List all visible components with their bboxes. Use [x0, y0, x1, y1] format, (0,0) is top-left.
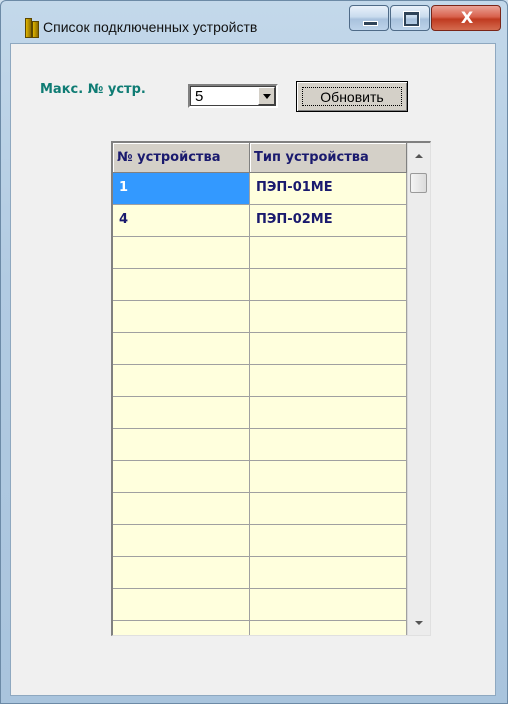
client-area: Макс. № устр. 5 Обновить № устройства Ти…: [10, 43, 496, 696]
cell-device-number[interactable]: 4: [113, 205, 250, 237]
column-header-device-type[interactable]: Тип устройства: [250, 143, 407, 173]
cell-device-type[interactable]: [250, 365, 407, 397]
close-button[interactable]: X: [431, 5, 501, 31]
cell-device-number[interactable]: [113, 525, 250, 557]
table-row[interactable]: [113, 429, 407, 461]
cell-device-number[interactable]: 1: [113, 173, 250, 205]
max-device-label: Макс. № устр.: [40, 82, 146, 97]
cell-device-number[interactable]: [113, 333, 250, 365]
table-row[interactable]: [113, 621, 407, 635]
grid-header: № устройства Тип устройства: [113, 143, 407, 173]
column-header-device-number[interactable]: № устройства: [113, 143, 250, 173]
cell-device-type[interactable]: ПЭП-01МЕ: [250, 173, 407, 205]
table-row[interactable]: [113, 365, 407, 397]
cell-device-number[interactable]: [113, 461, 250, 493]
cell-device-number[interactable]: [113, 589, 250, 621]
vertical-scrollbar[interactable]: [407, 143, 430, 635]
table-row[interactable]: [113, 557, 407, 589]
cell-device-number[interactable]: [113, 621, 250, 635]
cell-device-type[interactable]: [250, 429, 407, 461]
cell-device-type[interactable]: [250, 461, 407, 493]
table-row[interactable]: [113, 397, 407, 429]
cell-device-number[interactable]: [113, 557, 250, 589]
app-icon: [25, 18, 39, 38]
cell-device-number[interactable]: [113, 429, 250, 461]
minimize-icon: [363, 21, 378, 26]
cell-device-number[interactable]: [113, 237, 250, 269]
cell-device-type[interactable]: [250, 237, 407, 269]
cell-device-number[interactable]: [113, 301, 250, 333]
table-row[interactable]: [113, 269, 407, 301]
grid-body: 1 ПЭП-01МЕ 4 ПЭП-02МЕ: [113, 173, 407, 635]
dropdown-arrow-icon[interactable]: [258, 87, 275, 105]
close-icon: X: [460, 8, 474, 27]
table-row[interactable]: 4 ПЭП-02МЕ: [113, 205, 407, 237]
cell-device-type[interactable]: [250, 333, 407, 365]
cell-device-number[interactable]: [113, 365, 250, 397]
cell-device-type[interactable]: [250, 621, 407, 635]
table-row[interactable]: [113, 493, 407, 525]
table-row[interactable]: [113, 333, 407, 365]
scroll-thumb[interactable]: [410, 173, 427, 193]
table-row[interactable]: [113, 301, 407, 333]
table-row[interactable]: [113, 525, 407, 557]
max-device-select[interactable]: 5: [188, 84, 278, 108]
title-bar[interactable]: Список подключенных устройств X: [1, 1, 507, 43]
maximize-icon: [403, 11, 420, 27]
cell-device-number[interactable]: [113, 493, 250, 525]
cell-device-type[interactable]: [250, 269, 407, 301]
window-title: Список подключенных устройств: [43, 19, 258, 35]
cell-device-type[interactable]: [250, 301, 407, 333]
cell-device-type[interactable]: [250, 493, 407, 525]
table-row[interactable]: 1 ПЭП-01МЕ: [113, 173, 407, 205]
cell-device-type[interactable]: [250, 397, 407, 429]
maximize-button[interactable]: [390, 5, 430, 31]
table-row[interactable]: [113, 589, 407, 621]
max-device-value: 5: [195, 88, 204, 105]
minimize-button[interactable]: [349, 5, 389, 31]
refresh-button[interactable]: Обновить: [296, 81, 408, 112]
table-row[interactable]: [113, 461, 407, 493]
scroll-down-icon[interactable]: [408, 613, 430, 633]
scroll-up-icon[interactable]: [408, 147, 430, 167]
refresh-button-label: Обновить: [302, 87, 402, 106]
cell-device-type[interactable]: ПЭП-02МЕ: [250, 205, 407, 237]
cell-device-type[interactable]: [250, 589, 407, 621]
cell-device-type[interactable]: [250, 557, 407, 589]
devices-grid[interactable]: № устройства Тип устройства 1 ПЭП-01МЕ 4 ПЭ…: [111, 141, 431, 636]
cell-device-type[interactable]: [250, 525, 407, 557]
cell-device-number[interactable]: [113, 397, 250, 429]
table-row[interactable]: [113, 237, 407, 269]
cell-device-number[interactable]: [113, 269, 250, 301]
app-window: Список подключенных устройств X Макс. № …: [0, 0, 508, 704]
